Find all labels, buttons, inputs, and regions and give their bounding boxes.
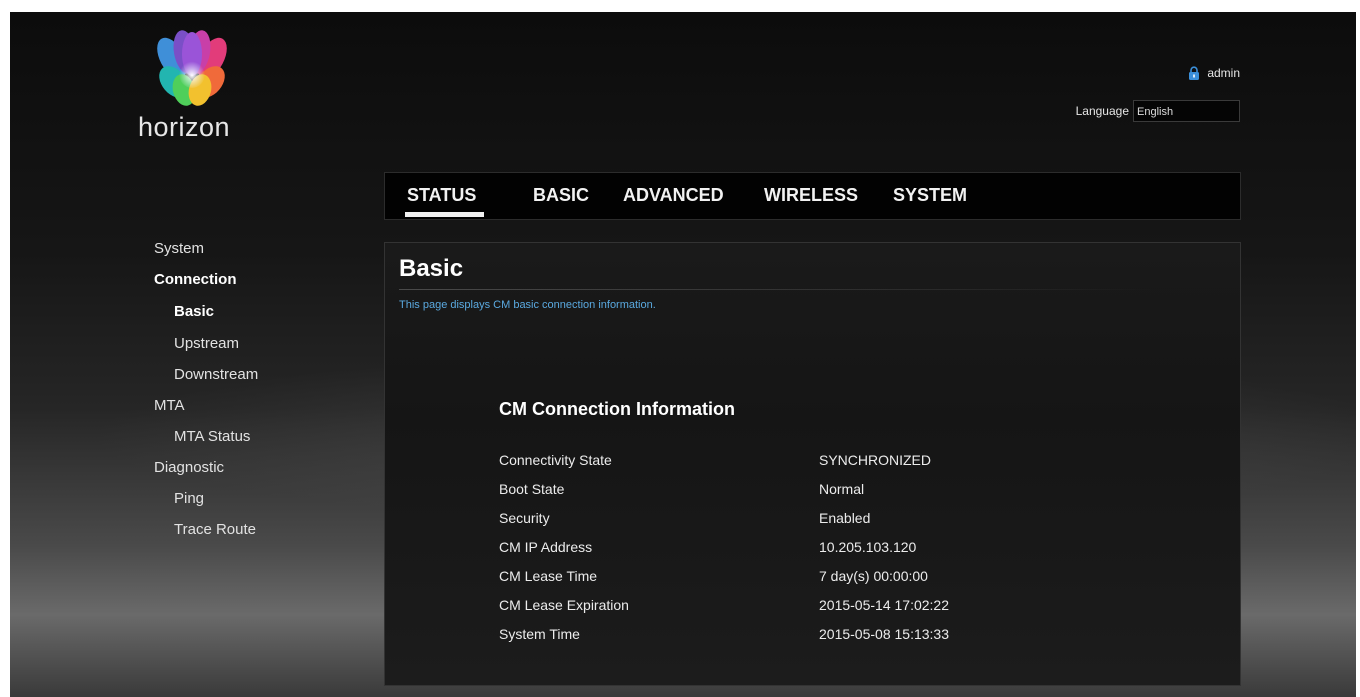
content-panel: Basic This page displays CM basic connec… (384, 242, 1241, 686)
sidebar-item-basic[interactable]: Basic (174, 303, 214, 320)
sidebar-item-upstream[interactable]: Upstream (174, 335, 239, 352)
sidebar-item-trace-route[interactable]: Trace Route (174, 521, 256, 538)
sidebar-item-diagnostic[interactable]: Diagnostic (154, 459, 224, 476)
title-divider (399, 289, 1159, 290)
lock-icon (1189, 66, 1200, 80)
row-value-boot-state: Normal (819, 480, 865, 497)
row-label-boot-state: Boot State (499, 480, 565, 497)
row-value-cm-lease-expiration: 2015-05-14 17:02:22 (819, 596, 949, 613)
sidebar-item-mta-status[interactable]: MTA Status (174, 428, 250, 445)
connection-info-table: Connectivity State SYNCHRONIZED Boot Sta… (499, 445, 949, 648)
horizon-logo[interactable]: horizon (138, 30, 248, 160)
table-row: Security Enabled (499, 503, 949, 532)
horizon-flower-logo-icon (157, 30, 227, 106)
language-select[interactable]: English (1133, 100, 1240, 122)
tab-advanced[interactable]: ADVANCED (623, 185, 724, 206)
sidebar-item-ping[interactable]: Ping (174, 490, 204, 507)
sidebar-item-connection[interactable]: Connection (154, 271, 237, 288)
username-link[interactable]: admin (1207, 66, 1240, 80)
tab-wireless[interactable]: WIRELESS (764, 185, 858, 206)
sidebar-item-mta[interactable]: MTA (154, 397, 185, 414)
app-window: horizon admin Language English STATUS BA… (10, 12, 1356, 697)
row-label-security: Security (499, 509, 550, 526)
row-value-cm-ip-address: 10.205.103.120 (819, 538, 917, 555)
row-value-security: Enabled (819, 509, 871, 526)
table-row: CM IP Address 10.205.103.120 (499, 532, 949, 561)
row-label-connectivity-state: Connectivity State (499, 451, 612, 468)
page-description: This page displays CM basic connection i… (399, 299, 656, 311)
row-label-cm-ip-address: CM IP Address (499, 538, 593, 555)
page-title: Basic (399, 255, 464, 282)
row-label-cm-lease-time: CM Lease Time (499, 567, 598, 584)
brand-name: horizon (138, 112, 231, 142)
row-value-system-time: 2015-05-08 15:13:33 (819, 625, 949, 642)
tab-basic[interactable]: BASIC (533, 185, 589, 206)
tab-system[interactable]: SYSTEM (893, 185, 967, 206)
table-row: Connectivity State SYNCHRONIZED (499, 445, 949, 474)
row-value-connectivity-state: SYNCHRONIZED (819, 451, 932, 468)
table-row: Boot State Normal (499, 474, 949, 503)
table-row: CM Lease Expiration 2015-05-14 17:02:22 (499, 590, 949, 619)
sidebar-item-downstream[interactable]: Downstream (174, 366, 258, 383)
language-area: Language English (1076, 100, 1240, 122)
row-label-cm-lease-expiration: CM Lease Expiration (499, 596, 629, 613)
row-value-cm-lease-time: 7 day(s) 00:00:00 (819, 567, 928, 584)
tab-status[interactable]: STATUS (404, 185, 485, 217)
main-nav-tabs: STATUS BASIC ADVANCED WIRELESS SYSTEM (384, 172, 1241, 220)
language-label: Language (1075, 104, 1129, 118)
table-row: System Time 2015-05-08 15:13:33 (499, 619, 949, 648)
sidebar-item-system[interactable]: System (154, 240, 204, 257)
row-label-system-time: System Time (499, 625, 580, 642)
section-title: CM Connection Information (499, 399, 735, 419)
table-row: CM Lease Time 7 day(s) 00:00:00 (499, 561, 949, 590)
user-area: admin (1187, 66, 1240, 80)
